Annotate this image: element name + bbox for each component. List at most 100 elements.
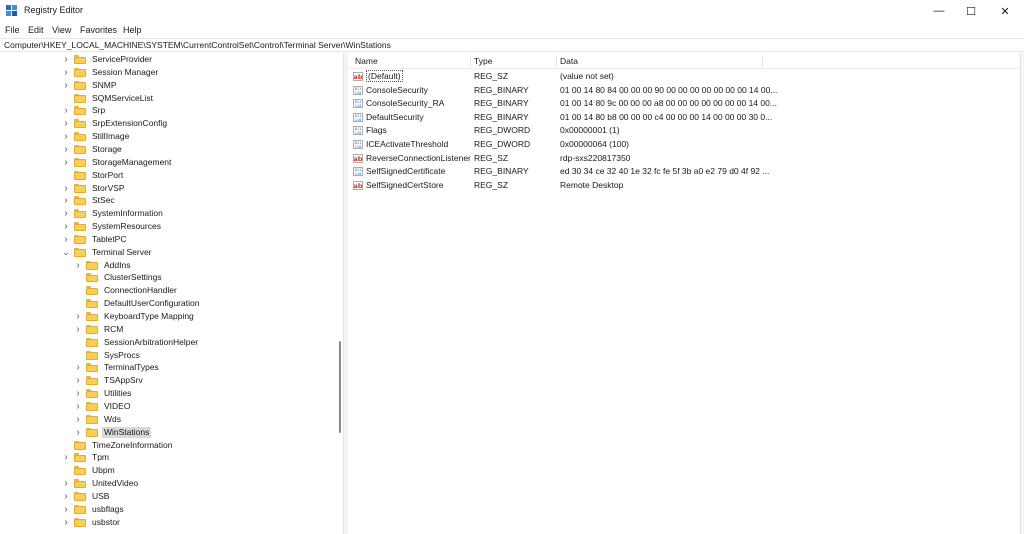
column-header-type[interactable]: Type: [474, 56, 492, 66]
tree-item-label: ServiceProvider: [92, 54, 152, 64]
tree-item[interactable]: ConnectionHandler: [74, 284, 179, 297]
tree-item[interactable]: › Session Manager: [62, 66, 160, 79]
chevron-down-icon[interactable]: ⌄: [62, 246, 70, 259]
chevron-right-icon[interactable]: ›: [62, 207, 70, 220]
maximize-button[interactable]: ☐: [954, 0, 988, 22]
tree-scrollbar-thumb[interactable]: [339, 341, 341, 433]
close-button[interactable]: ✕: [988, 0, 1022, 22]
column-divider[interactable]: [762, 55, 763, 67]
tree-item[interactable]: › TabletPC: [62, 233, 129, 246]
folder-icon: [74, 80, 86, 90]
chevron-right-icon[interactable]: ›: [62, 516, 70, 529]
tree-item[interactable]: › SystemInformation: [62, 207, 165, 220]
tree-item[interactable]: Ubpm: [62, 464, 117, 477]
tree-item[interactable]: › SrpExtensionConfig: [62, 117, 169, 130]
address-path[interactable]: Computer\HKEY_LOCAL_MACHINE\SYSTEM\Curre…: [4, 40, 391, 50]
chevron-right-icon[interactable]: ›: [62, 79, 70, 92]
menu-view[interactable]: View: [52, 25, 71, 35]
chevron-right-icon[interactable]: ›: [74, 323, 82, 336]
tree-item[interactable]: SysProcs: [74, 349, 142, 362]
tree-item[interactable]: TimeZoneInformation: [62, 439, 174, 452]
chevron-right-icon[interactable]: ›: [74, 374, 82, 387]
menu-file[interactable]: File: [5, 25, 20, 35]
chevron-right-icon[interactable]: ›: [62, 53, 70, 66]
tree-item[interactable]: › VIDEO: [74, 400, 132, 413]
chevron-right-icon[interactable]: ›: [62, 477, 70, 490]
chevron-right-icon[interactable]: ›: [62, 220, 70, 233]
tree-item[interactable]: › StorVSP: [62, 182, 127, 195]
column-header-name[interactable]: Name: [355, 56, 378, 66]
tree-item[interactable]: ClusterSettings: [74, 271, 164, 284]
value-row[interactable]: ab (Default) REG_SZ (value not set): [348, 70, 1020, 84]
tree-item[interactable]: › WinStations: [74, 426, 152, 439]
tree-scrollbar[interactable]: [337, 53, 343, 534]
tree-item[interactable]: › Srp: [62, 104, 107, 117]
tree-item-label: SystemInformation: [92, 208, 163, 219]
svg-text:ab: ab: [353, 182, 362, 190]
chevron-right-icon[interactable]: ›: [74, 310, 82, 323]
chevron-right-icon[interactable]: ›: [62, 451, 70, 464]
tree-item[interactable]: › ServiceProvider: [62, 53, 154, 66]
tree-item[interactable]: › UnitedVideo: [62, 477, 140, 490]
value-row[interactable]: 011 110 DefaultSecurity REG_BINARY 01 00 14 …: [348, 111, 1020, 125]
chevron-right-icon[interactable]: ›: [62, 130, 70, 143]
chevron-right-icon[interactable]: ›: [74, 413, 82, 426]
tree-item[interactable]: › USB: [62, 490, 111, 503]
value-row[interactable]: ab SelfSignedCertStore REG_SZ Remote Deskto…: [348, 179, 1020, 193]
tree-item[interactable]: › TSAppSrv: [74, 374, 145, 387]
chevron-right-icon[interactable]: ›: [62, 156, 70, 169]
tree-item[interactable]: › StSec: [62, 194, 117, 207]
value-row[interactable]: 011 110 ConsoleSecurity REG_BINARY 01 00 14 …: [348, 84, 1020, 98]
chevron-right-icon[interactable]: ›: [74, 400, 82, 413]
chevron-right-icon[interactable]: ›: [62, 104, 70, 117]
tree-item[interactable]: › RCM: [74, 323, 125, 336]
value-row[interactable]: 011 110 ConsoleSecurity_RA REG_BINARY 01 00 …: [348, 97, 1020, 111]
tree-item[interactable]: › usbflags: [62, 503, 126, 516]
chevron-right-icon[interactable]: ›: [62, 233, 70, 246]
chevron-right-icon[interactable]: ›: [74, 259, 82, 272]
menu-help[interactable]: Help: [123, 25, 142, 35]
tree-item[interactable]: › TerminalTypes: [74, 361, 161, 374]
tree-item[interactable]: › Tpm: [62, 451, 111, 464]
tree-item[interactable]: › SystemResources: [62, 220, 163, 233]
column-divider[interactable]: [470, 55, 471, 67]
tree-item[interactable]: › StorageManagement: [62, 156, 173, 169]
chevron-right-icon[interactable]: ›: [62, 143, 70, 156]
chevron-right-icon[interactable]: ›: [62, 182, 70, 195]
tree-item[interactable]: › StillImage: [62, 130, 131, 143]
value-row[interactable]: 011 110 SelfSignedCertificate REG_BINARY ed …: [348, 165, 1020, 179]
folder-icon: [74, 209, 86, 219]
chevron-right-icon[interactable]: ›: [62, 490, 70, 503]
value-row[interactable]: ab ReverseConnectionListener REG_SZ rdp-sxs…: [348, 152, 1020, 166]
chevron-right-icon[interactable]: ›: [74, 361, 82, 374]
tree-item[interactable]: SessionArbitrationHelper: [74, 336, 200, 349]
menu-favorites[interactable]: Favorites: [80, 25, 117, 35]
value-row[interactable]: 011 110 ICEActivateThreshold REG_DWORD 0x000…: [348, 138, 1020, 152]
value-name-text: SelfSignedCertStore: [366, 179, 444, 190]
minimize-button[interactable]: —: [922, 0, 956, 22]
tree-item[interactable]: StorPort: [62, 169, 125, 182]
chevron-right-icon[interactable]: ›: [62, 117, 70, 130]
tree-item[interactable]: › SNMP: [62, 79, 119, 92]
tree-item[interactable]: › usbstor: [62, 516, 122, 529]
chevron-right-icon[interactable]: ›: [74, 387, 82, 400]
tree-item[interactable]: › Wds: [74, 413, 123, 426]
tree-item[interactable]: DefaultUserConfiguration: [74, 297, 201, 310]
tree-item[interactable]: ⌄ Terminal Server: [62, 246, 154, 259]
key-tree[interactable]: › ServiceProvider › Session Manager › SNMP SQM…: [0, 53, 344, 534]
tree-item[interactable]: › Storage: [62, 143, 124, 156]
menu-edit[interactable]: Edit: [28, 25, 44, 35]
chevron-right-icon[interactable]: ›: [74, 426, 82, 439]
address-bar[interactable]: Computer\HKEY_LOCAL_MACHINE\SYSTEM\Curre…: [0, 38, 1024, 52]
column-divider[interactable]: [556, 55, 557, 67]
chevron-right-icon[interactable]: ›: [62, 66, 70, 79]
tree-item[interactable]: › Utilities: [74, 387, 133, 400]
chevron-right-icon[interactable]: ›: [62, 503, 70, 516]
tree-item[interactable]: SQMServiceList: [62, 92, 155, 105]
tree-item[interactable]: › KeyboardType Mapping: [74, 310, 196, 323]
values-list[interactable]: Name Type Data ab (Default) REG_SZ (value n…: [348, 53, 1020, 534]
chevron-right-icon[interactable]: ›: [62, 194, 70, 207]
tree-item[interactable]: › AddIns: [74, 259, 132, 272]
column-header-data[interactable]: Data: [560, 56, 578, 66]
value-row[interactable]: 011 110 Flags REG_DWORD 0x00000001 (1): [348, 124, 1020, 138]
